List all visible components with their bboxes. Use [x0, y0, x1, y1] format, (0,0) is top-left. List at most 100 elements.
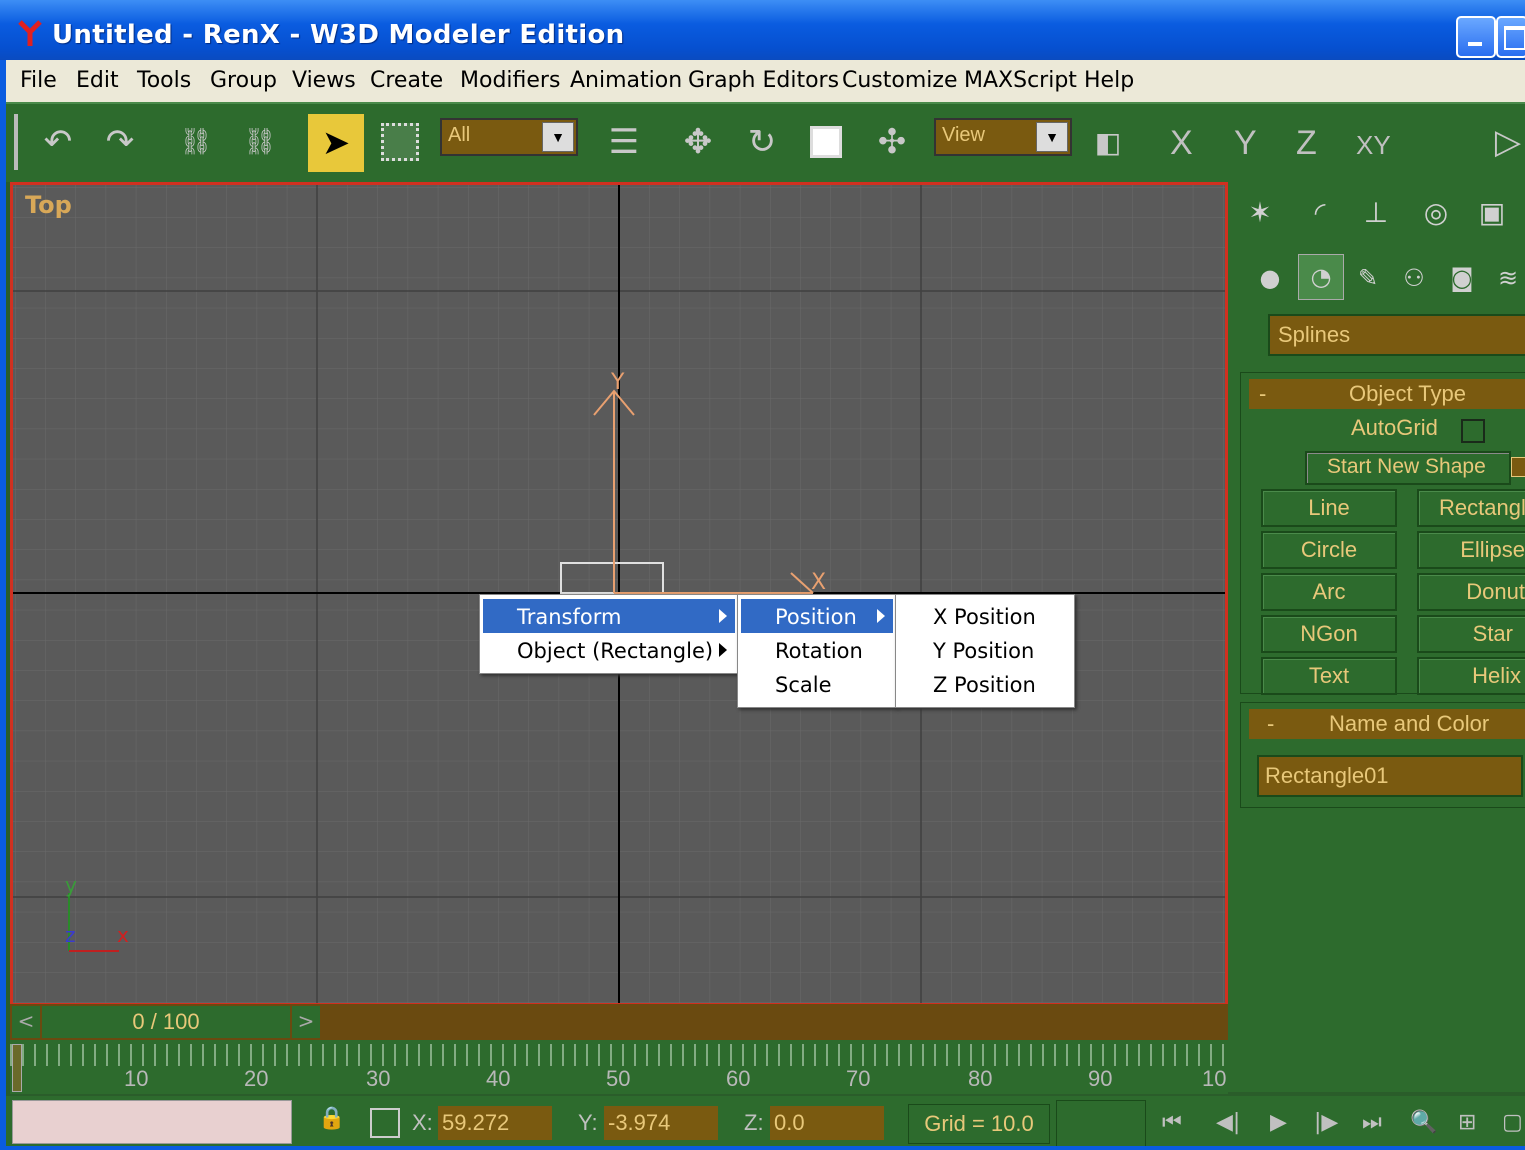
object-name-field[interactable]: Rectangle01 — [1257, 755, 1523, 797]
menu-graph-editors[interactable]: Graph Editors — [688, 68, 839, 93]
maxscript-listener[interactable] — [12, 1100, 292, 1144]
menu-item-x-position[interactable]: X Position — [899, 599, 1071, 633]
shapes-icon[interactable]: ◔ — [1298, 254, 1344, 300]
menu-file[interactable]: File — [20, 68, 57, 93]
autogrid-label: AutoGrid — [1351, 415, 1438, 440]
name-and-color-header[interactable]: - Name and Color — [1249, 709, 1525, 739]
menu-item-y-position[interactable]: Y Position — [899, 633, 1071, 667]
menu-item-object-rectangle[interactable]: Object (Rectangle) — [483, 633, 735, 667]
menu-help[interactable]: Help — [1084, 68, 1134, 93]
selection-filter-dropdown[interactable]: All ▼ — [440, 118, 578, 156]
previous-frame-icon[interactable]: ◀| — [1216, 1110, 1240, 1135]
menu-item-position[interactable]: Position — [741, 599, 893, 633]
menu-views[interactable]: Views — [292, 68, 356, 93]
display-tab-icon[interactable]: ▣ — [1470, 190, 1514, 234]
context-menu-main: Transform Object (Rectangle) — [479, 594, 739, 674]
menu-item-z-position[interactable]: Z Position — [899, 667, 1071, 701]
modify-tab-icon[interactable]: ◜ — [1298, 190, 1342, 234]
absolute-mode-icon[interactable] — [370, 1108, 400, 1138]
star-button[interactable]: Star — [1417, 615, 1525, 653]
menu-maxscript[interactable]: MAXScript — [964, 68, 1077, 93]
z-value[interactable]: 0.0 — [770, 1106, 884, 1140]
circle-button[interactable]: Circle — [1261, 531, 1397, 569]
maximize-button[interactable] — [1496, 16, 1525, 58]
menu-animation[interactable]: Animation — [570, 68, 682, 93]
start-new-shape-checkbox[interactable] — [1511, 457, 1525, 477]
start-new-shape-button[interactable]: Start New Shape — [1305, 451, 1511, 485]
y-coordinate[interactable]: Y: -3.974 — [578, 1106, 718, 1140]
viewport-label[interactable]: Top — [25, 191, 72, 219]
cameras-icon[interactable]: ⚇ — [1392, 256, 1436, 300]
unlink-selection-icon[interactable]: ⛓ — [238, 120, 282, 164]
motion-tab-icon[interactable]: ◎ — [1414, 190, 1458, 234]
time-slider[interactable]: < 0 / 100 > — [10, 1004, 1228, 1040]
restrict-xy-button[interactable]: XY — [1356, 130, 1391, 161]
menu-create[interactable]: Create — [370, 68, 443, 93]
select-and-scale-icon[interactable] — [804, 120, 848, 164]
go-to-end-icon[interactable]: ⏭ — [1362, 1110, 1382, 1135]
restrict-y-button[interactable]: Y — [1234, 124, 1257, 163]
reference-coord-dropdown[interactable]: View ▼ — [934, 118, 1072, 156]
restrict-z-button[interactable]: Z — [1296, 124, 1317, 163]
time-slider-next-button[interactable]: > — [292, 1006, 320, 1038]
hierarchy-tab-icon[interactable]: ⊥ — [1354, 190, 1398, 234]
object-type-header[interactable]: - Object Type — [1249, 379, 1525, 409]
arc-button[interactable]: Arc — [1261, 573, 1397, 611]
select-and-move-icon[interactable]: ✥ — [676, 120, 720, 164]
lock-selection-icon[interactable]: 🔒 — [318, 1106, 345, 1136]
y-value[interactable]: -3.974 — [604, 1106, 718, 1140]
pivot-center-icon[interactable]: ◧ — [1086, 120, 1130, 164]
menu-modifiers[interactable]: Modifiers — [460, 68, 560, 93]
start-new-shape-label: Start New Shape — [1327, 455, 1486, 478]
rectangular-selection-icon[interactable] — [378, 120, 422, 164]
select-by-name-icon[interactable]: ☰ — [602, 120, 646, 164]
zoom-icon[interactable]: 🔍 — [1410, 1110, 1437, 1135]
mirror-icon[interactable]: ▷ — [1486, 120, 1525, 164]
menu-item-scale[interactable]: Scale — [741, 667, 893, 701]
helpers-icon[interactable]: ◙ — [1440, 256, 1484, 300]
select-and-rotate-icon[interactable]: ↻ — [740, 120, 784, 164]
play-icon[interactable]: ▶ — [1270, 1110, 1287, 1135]
ngon-button[interactable]: NGon — [1261, 615, 1397, 653]
command-panel: ✶ ◜ ⊥ ◎ ▣ ● ◔ ✎ ⚇ ◙ ≋ Splines - Object T… — [1228, 182, 1525, 1092]
time-slider-prev-button[interactable]: < — [12, 1006, 40, 1038]
donut-button[interactable]: Donut — [1417, 573, 1525, 611]
zoom-all-icon[interactable]: ⊞ — [1458, 1110, 1476, 1135]
autogrid-checkbox[interactable] — [1461, 419, 1485, 443]
x-coordinate[interactable]: X: 59.272 — [412, 1106, 552, 1140]
menu-edit[interactable]: Edit — [76, 68, 119, 93]
space-warps-icon[interactable]: ≋ — [1486, 256, 1525, 300]
helix-button[interactable]: Helix — [1417, 657, 1525, 695]
menu-item-rotation[interactable]: Rotation — [741, 633, 893, 667]
next-frame-icon[interactable]: |▶ — [1314, 1110, 1338, 1135]
track-bar[interactable]: 10 20 30 40 50 60 70 80 90 10 — [10, 1040, 1228, 1094]
undo-icon[interactable]: ↶ — [36, 120, 80, 164]
redo-icon[interactable]: ↷ — [98, 120, 142, 164]
menu-tools[interactable]: Tools — [137, 68, 191, 93]
rectangle-button[interactable]: Rectangle — [1417, 489, 1525, 527]
ellipse-button[interactable]: Ellipse — [1417, 531, 1525, 569]
menu-group[interactable]: Group — [210, 68, 277, 93]
select-object-icon[interactable]: ➤ — [308, 114, 364, 172]
x-value[interactable]: 59.272 — [438, 1106, 552, 1140]
text-button[interactable]: Text — [1261, 657, 1397, 695]
zoom-extents-icon[interactable]: ▢ — [1502, 1110, 1523, 1135]
geometry-icon[interactable]: ● — [1248, 256, 1292, 300]
restrict-x-button[interactable]: X — [1170, 124, 1193, 163]
object-name-value: Rectangle01 — [1265, 763, 1389, 788]
select-and-manipulate-icon[interactable]: ✣ — [870, 120, 914, 164]
category-dropdown[interactable]: Splines — [1268, 314, 1525, 356]
tick-label: 10 — [1202, 1066, 1227, 1091]
menu-item-transform[interactable]: Transform — [483, 599, 735, 633]
select-and-link-icon[interactable]: ⛓ — [174, 120, 218, 164]
menu-customize[interactable]: Customize — [842, 68, 957, 93]
animate-button[interactable] — [1056, 1100, 1146, 1148]
line-button[interactable]: Line — [1261, 489, 1397, 527]
time-slider-thumb[interactable]: 0 / 100 — [42, 1006, 290, 1038]
lights-icon[interactable]: ✎ — [1346, 256, 1390, 300]
z-coordinate[interactable]: Z: 0.0 — [744, 1106, 884, 1140]
create-tab-icon[interactable]: ✶ — [1238, 190, 1282, 234]
minimize-button[interactable] — [1456, 16, 1496, 58]
menu-item-label: Transform — [517, 605, 622, 629]
go-to-start-icon[interactable]: ⏮ — [1162, 1110, 1182, 1135]
